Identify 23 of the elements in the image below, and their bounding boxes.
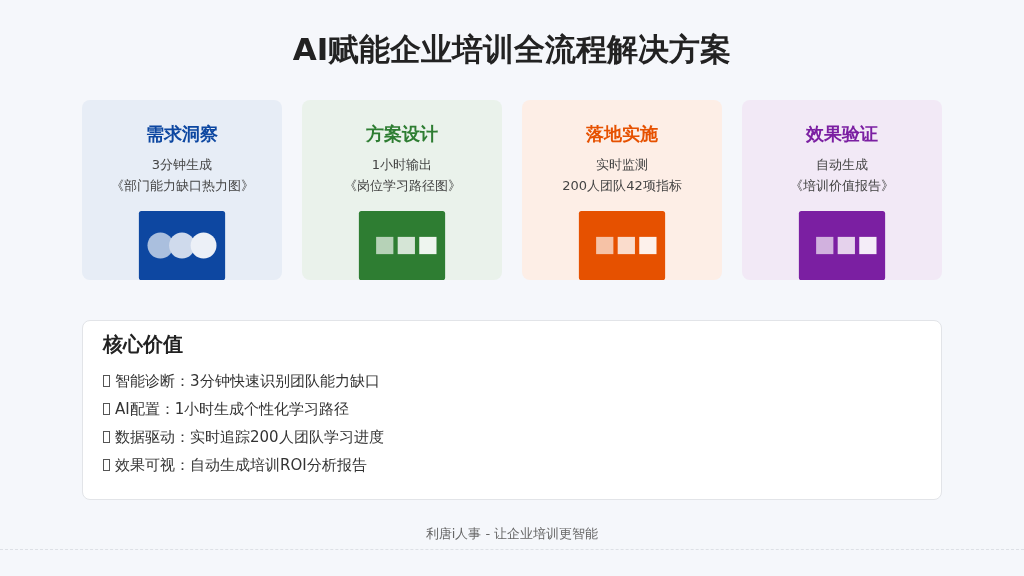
footer-text: 利唐i人事 - 让企业培训更智能	[425, 525, 599, 543]
panel-heading: 核心价值	[103, 331, 184, 357]
card-text: 《培训价值报告》	[790, 177, 894, 195]
card-text: 《岗位学习路径图》	[343, 177, 461, 195]
card-title: 方案设计	[366, 122, 438, 146]
bullet-icon	[103, 459, 110, 471]
bullet-icon	[103, 375, 110, 387]
card-text: 1小时输出	[371, 156, 433, 174]
bullet-icon	[103, 431, 110, 443]
card-title: 效果验证	[806, 122, 878, 146]
card-text: 自动生成	[816, 156, 868, 174]
page-title: AI赋能企业培训全流程解决方案	[292, 30, 732, 69]
value-item: 智能诊断：3分钟快速识别团队能力缺口	[115, 371, 380, 392]
card-text: 200人团队42项指标	[562, 177, 682, 195]
value-item: AI配置：1小时生成个性化学习路径	[115, 399, 350, 420]
card-title: 落地实施	[586, 122, 658, 146]
card-text: 实时监测	[596, 156, 648, 174]
card-title: 需求洞察	[146, 122, 218, 146]
value-item: 效果可视：自动生成培训ROI分析报告	[115, 455, 367, 476]
card-text: 《部门能力缺口热力图》	[110, 177, 254, 195]
bullet-icon	[103, 403, 110, 415]
value-item: 数据驱动：实时追踪200人团队学习进度	[115, 427, 384, 448]
card-text: 3分钟生成	[151, 156, 213, 174]
